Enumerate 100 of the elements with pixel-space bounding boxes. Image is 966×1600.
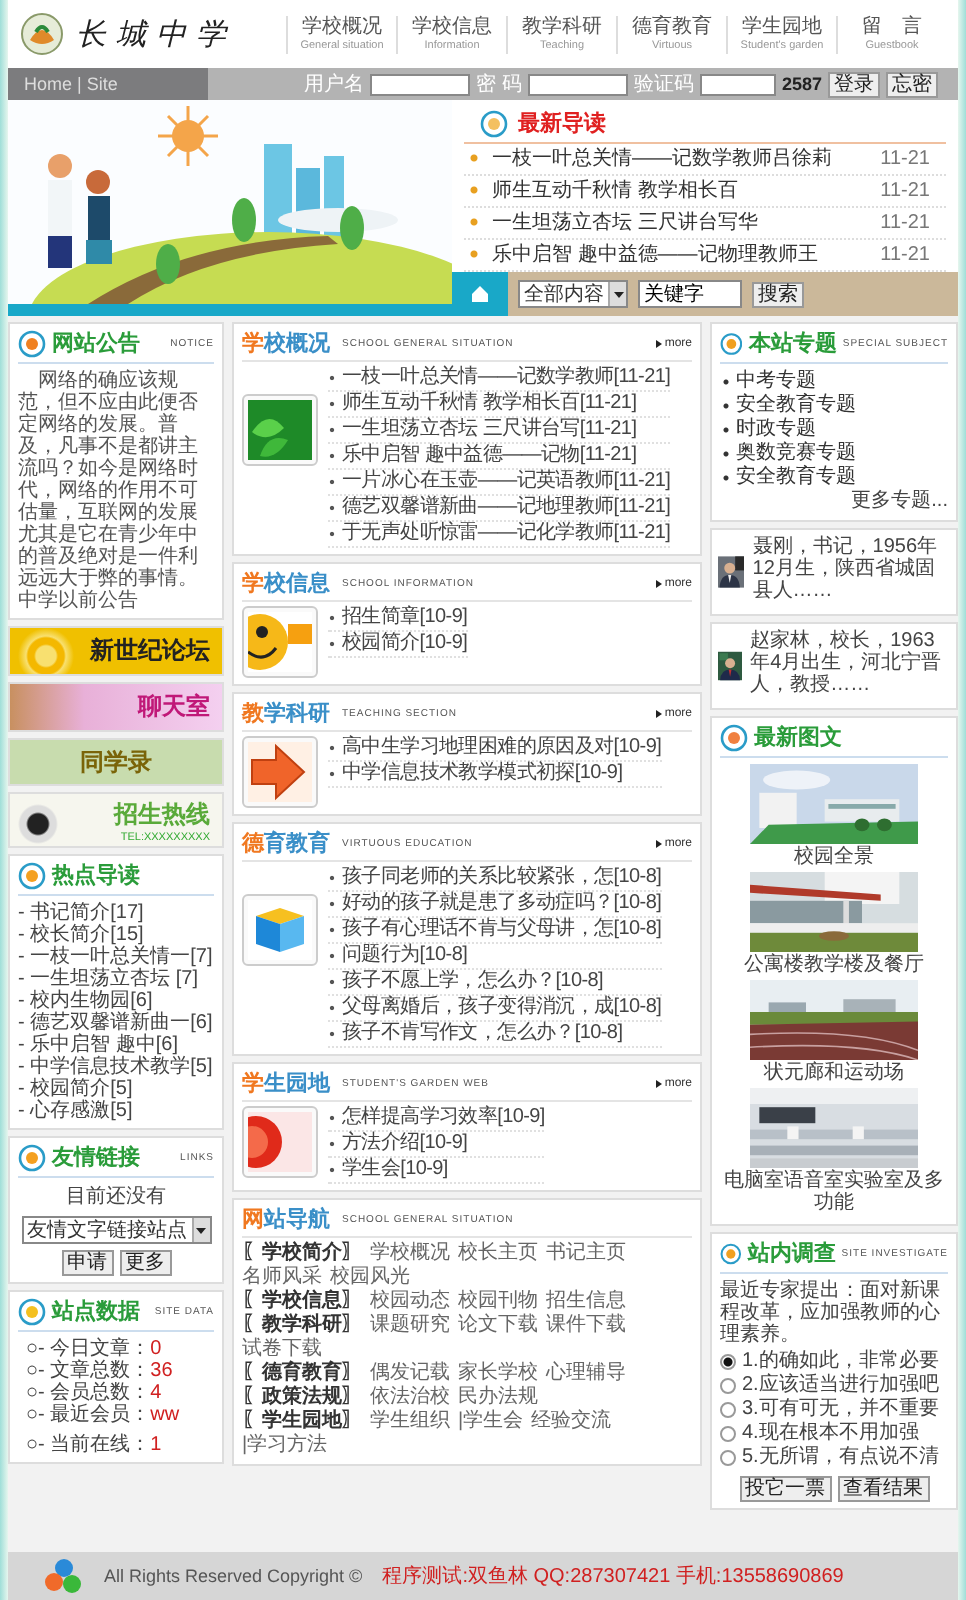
stat-value: ww [150,1404,180,1426]
input-field[interactable] [370,73,471,95]
nav-link[interactable]: 经验交流 [531,1410,612,1434]
hot-link[interactable]: - 书记简介[17] [18,902,214,924]
alumni-banner[interactable]: 同学录 [8,738,224,786]
emblem-icon [720,723,748,751]
hot-link[interactable]: - 乐中启智 趣中[6] [18,1034,214,1056]
link-button[interactable]: 更多 [119,1250,171,1276]
article-link[interactable]: 高中生学习地理困难的原因及对[10-9] [328,736,662,762]
hot-link[interactable]: - 校长简介[15] [18,924,214,946]
links-dropdown[interactable]: 友情文字链接站点 [21,1216,211,1244]
nav-link[interactable]: 试卷下载 [242,1338,322,1362]
hot-link[interactable]: - 心存感激[5] [18,1100,214,1122]
caret-icon [613,291,623,297]
poll-button[interactable]: 投它一票 [739,1476,831,1502]
hot-link[interactable]: - 校内生物园[6] [18,990,214,1012]
radio-button[interactable] [720,1450,736,1466]
article-link[interactable]: 孩子不愿上学，怎么办？[10-8] [328,970,662,996]
article-link[interactable]: 中学信息技术教学模式初探[10-9] [328,762,662,788]
news-link[interactable]: 乐中启智 趣中益德——记物理教师王 [492,240,818,270]
article-link[interactable]: 师生互动千秋情 教学相长百[11-21] [328,392,671,418]
article-link[interactable]: 孩子不肯写作文，怎么办？[10-8] [328,1022,662,1048]
article-link[interactable]: 乐中启智 趣中益德——记物[11-21] [328,444,671,470]
nav-link[interactable]: 校长主页 [458,1242,538,1266]
nav-link[interactable]: 名师风采 [242,1266,322,1290]
login-button[interactable]: 登录 [828,71,880,97]
stat-value: 4 [150,1382,162,1404]
hot-link[interactable]: - 德艺双馨谱新曲一[6] [18,1012,214,1034]
nav-link[interactable]: |学生会 [458,1410,524,1434]
poll-option[interactable]: 1.的确如此，非常必要 [720,1350,948,1374]
nav-link[interactable]: 偶发记载 [370,1362,450,1386]
radio-button[interactable] [720,1354,736,1370]
news-link[interactable]: 一生坦荡立杏坛 三尺讲台写华 [492,208,758,238]
nav-link[interactable]: 心理辅导 [546,1362,626,1386]
section-title: 德育教育 [242,828,330,858]
scope-dropdown[interactable]: 全部内容 [518,280,628,308]
input-field[interactable] [699,73,776,95]
article-link[interactable]: 一片冰心在玉壶——记英语教师[11-21] [328,470,671,496]
article-link[interactable]: 怎样提高学习效率[10-9] [328,1106,545,1132]
more-topics-link[interactable]: 更多专题... [720,490,948,514]
hot-link[interactable]: - 中学信息技术教学[5] [18,1056,214,1078]
article-link[interactable]: 招生简章[10-9] [328,606,468,632]
nav-link[interactable]: 课件下载 [546,1314,626,1338]
poll-option[interactable]: 2.应该适当进行加强吧 [720,1374,948,1398]
profile-text: 赵家林，校长，1963年4月出生，河北宁晋人，教授…… [750,630,944,700]
article-link[interactable]: 问题行为[10-8] [328,944,662,970]
caret-icon [196,1227,206,1233]
section-title: 学校信息 [242,569,330,598]
nav-link[interactable]: 校园刊物 [458,1290,538,1314]
poll-button[interactable]: 查看结果 [837,1476,929,1502]
article-link[interactable]: 父母离婚后，孩子变得消沉，成[10-8] [328,996,662,1022]
nav-link[interactable]: 课题研究 [370,1314,450,1338]
article-link[interactable]: 学生会[10-9] [328,1158,545,1184]
chat-banner[interactable]: 聊天室 [8,682,224,732]
poll-option[interactable]: 5.无所谓，有点说不清 [720,1446,948,1470]
article-link[interactable]: 一生坦荡立杏坛 三尺讲台写[11-21] [328,418,671,444]
nav-link[interactable]: 论文下载 [458,1314,538,1338]
caret-icon [656,579,663,587]
panel-title: 最新导读 [518,109,606,138]
hot-link[interactable]: - 一生坦荡立杏坛 [7] [18,968,214,990]
box-title: 站点数据 [52,1297,140,1326]
nav-link[interactable]: 学校概况 [370,1242,450,1266]
spheres-logo-icon [44,1558,84,1594]
radio-button[interactable] [720,1426,736,1442]
article-link[interactable]: 孩子同老师的关系比较紧张，怎[10-8] [328,866,662,892]
news-link[interactable]: 一枝一叶总关情——记数学教师吕徐莉 [492,144,832,174]
nav-link[interactable]: 民办法规 [458,1386,538,1410]
article-link[interactable]: 德艺双馨谱新曲——记地理教师[11-21] [328,496,671,522]
box-title: 友情链接 [52,1143,140,1172]
nav-link[interactable]: 校园动态 [370,1290,450,1314]
article-link[interactable]: 校园简介[10-9] [328,632,468,658]
keyword-field[interactable]: 关键字 [638,280,742,308]
section-title: 网站导航 [242,1205,330,1234]
nav-link[interactable]: 依法治校 [370,1386,450,1410]
input-field[interactable] [527,73,628,95]
article-link[interactable]: 方法介绍[10-9] [328,1132,545,1158]
forum-banner[interactable]: 新世纪论坛 [8,626,224,676]
article-link[interactable]: 好动的孩子就是患了多动症吗？[10-8] [328,892,662,918]
nav-link[interactable]: 学生组织 [370,1410,450,1434]
login-button[interactable]: 忘密 [886,71,938,97]
nav-category: 〖教学科研〗 [242,1314,362,1337]
article-link[interactable]: 于无声处听惊雷——记化学教师[11-21] [328,522,671,548]
radio-button[interactable] [720,1402,736,1418]
nav-link[interactable]: 家长学校 [458,1362,538,1386]
nav-link[interactable]: 招生信息 [546,1290,626,1314]
link-button[interactable]: 申请 [61,1250,113,1276]
stat-value: 36 [150,1360,173,1382]
hot-link[interactable]: - 一枝一叶总关情一[7] [18,946,214,968]
search-button[interactable]: 搜索 [752,281,804,307]
news-date: 11-21 [880,146,930,174]
nav-link[interactable]: 书记主页 [546,1242,626,1266]
hot-link[interactable]: - 校园简介[5] [18,1078,214,1100]
nav-link[interactable]: |学习方法 [242,1434,328,1458]
poll-option[interactable]: 4.现在根本不用加强 [720,1422,948,1446]
article-link[interactable]: 孩子有心理话不肯与父母讲，怎[10-8] [328,918,662,944]
poll-option[interactable]: 3.可有可无，并不重要 [720,1398,948,1422]
article-link[interactable]: 一枝一叶总关情——记数学教师[11-21] [328,366,671,392]
nav-link[interactable]: 校园风光 [330,1266,410,1290]
news-link[interactable]: 师生互动千秋情 教学相长百 [492,176,738,206]
radio-button[interactable] [720,1378,736,1394]
